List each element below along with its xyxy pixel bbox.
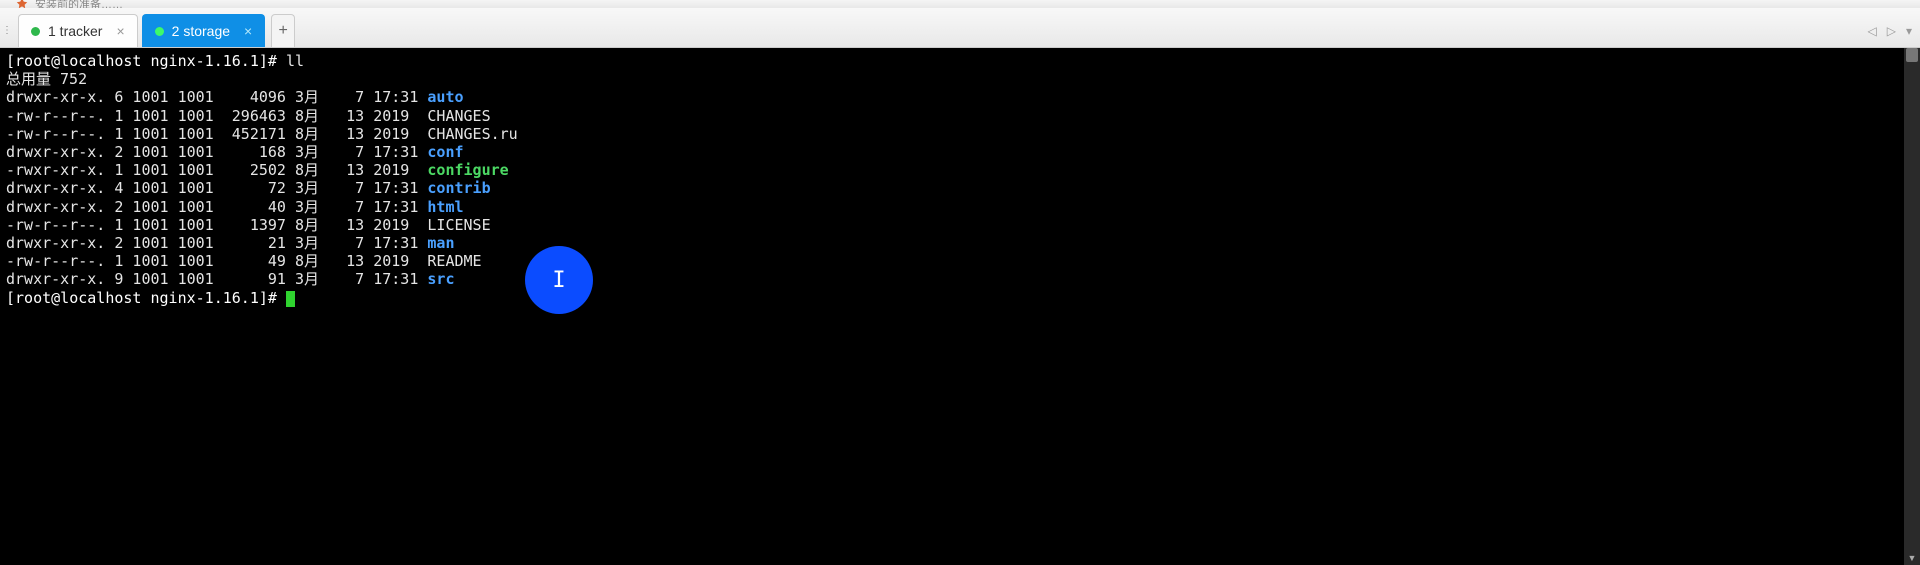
status-dot-icon [155, 27, 164, 36]
tab-1-tracker[interactable]: 1 tracker × [18, 14, 138, 47]
terminal-pane: [root@localhost nginx-1.16.1]# ll 总用量 75… [0, 48, 1920, 565]
nav-forward-icon[interactable]: ▷ [1887, 24, 1896, 38]
scrollbar-thumb[interactable] [1906, 48, 1918, 62]
nav-menu-icon[interactable]: ▾ [1906, 24, 1912, 38]
add-tab-button[interactable]: + [271, 14, 295, 47]
status-dot-icon [31, 27, 40, 36]
window-title: 安装前的准备…… [35, 0, 123, 8]
scrollbar-down-icon[interactable]: ▼ [1904, 551, 1920, 565]
tab-close-icon[interactable]: × [116, 23, 124, 39]
tab-menu-icon[interactable]: ⋮ [0, 14, 14, 47]
nav-back-icon[interactable]: ◁ [1868, 24, 1877, 38]
tab-strip: ⋮ 1 tracker × 2 storage × + ◁ ▷ ▾ [0, 8, 1920, 48]
tabstrip-right-controls: ◁ ▷ ▾ [1868, 14, 1920, 47]
tab-label: 2 storage [172, 23, 230, 39]
tab-label: 1 tracker [48, 23, 102, 39]
app-logo-icon [15, 0, 29, 8]
window-titlebar: 安装前的准备…… [0, 0, 1920, 8]
terminal-cursor [286, 291, 295, 307]
tab-2-storage[interactable]: 2 storage × [142, 14, 266, 47]
terminal-scrollbar[interactable]: ▲ ▼ [1904, 48, 1920, 565]
tab-close-icon[interactable]: × [244, 23, 252, 39]
terminal-output[interactable]: [root@localhost nginx-1.16.1]# ll 总用量 75… [0, 48, 1904, 565]
